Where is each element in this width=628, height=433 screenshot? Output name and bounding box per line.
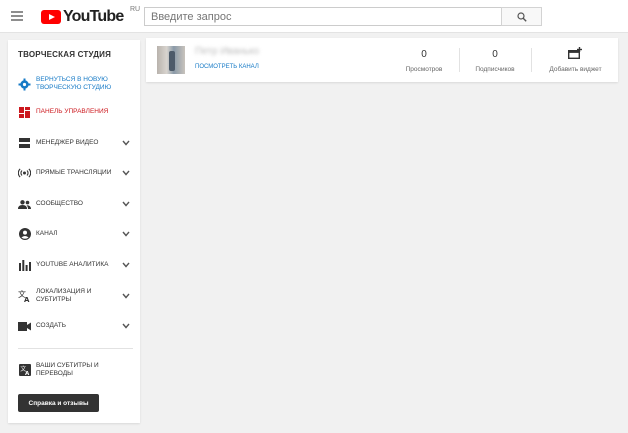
chevron-down-icon[interactable]	[122, 201, 130, 207]
gear-icon	[18, 78, 31, 91]
subscribers-label: Подписчиков	[475, 66, 515, 73]
sidebar-item-subtitles[interactable]: 文A ВАШИ СУБТИТРЫ И ПЕРЕВОДЫ	[8, 356, 140, 384]
channel-name: Петр Иванько	[195, 46, 260, 57]
sidebar-item-label: YOUTUBE АНАЛИТИКА	[36, 261, 109, 268]
chevron-down-icon[interactable]	[122, 170, 130, 176]
search-button[interactable]	[501, 7, 542, 26]
search-input[interactable]	[144, 7, 502, 26]
channel-avatar[interactable]	[157, 46, 185, 74]
add-widget-button[interactable]: Добавить виджет	[533, 38, 618, 82]
chevron-down-icon[interactable]	[122, 231, 130, 237]
sidebar-item-channel[interactable]: КАНАЛ	[8, 221, 140, 247]
add-widget-label: Добавить виджет	[549, 66, 602, 73]
sidebar-item-label: ВАШИ СУБТИТРЫ И ПЕРЕВОДЫ	[36, 362, 99, 377]
chevron-down-icon[interactable]	[122, 140, 130, 146]
community-icon	[18, 198, 31, 211]
studio-sidebar: ТВОРЧЕСКАЯ СТУДИЯ ВЕРНУТЬСЯ В НОВУЮ ТВОР…	[8, 40, 140, 423]
sidebar-item-label: ПРЯМЫЕ ТРАНСЛЯЦИИ	[36, 169, 112, 176]
youtube-logo[interactable]: YouTube RU	[41, 6, 140, 27]
add-widget-icon	[568, 47, 582, 59]
sidebar-item-dashboard[interactable]: ПАНЕЛЬ УПРАВЛЕНИЯ	[8, 99, 140, 125]
dashboard-icon	[18, 106, 31, 119]
sidebar-item-label: ПАНЕЛЬ УПРАВЛЕНИЯ	[36, 108, 109, 115]
chevron-down-icon[interactable]	[122, 323, 130, 329]
logo-region: RU	[130, 6, 141, 13]
sidebar-item-label: СОЗДАТЬ	[36, 322, 66, 329]
sidebar-item-label: ЛОКАЛИЗАЦИЯ И СУБТИТРЫ	[36, 288, 92, 303]
stat-divider	[531, 48, 532, 72]
menu-icon[interactable]	[11, 11, 23, 21]
sidebar-item-live[interactable]: ПРЯМЫЕ ТРАНСЛЯЦИИ	[8, 160, 140, 186]
studio-title: ТВОРЧЕСКАЯ СТУДИЯ	[18, 50, 112, 59]
live-icon	[18, 167, 31, 180]
sidebar-divider	[18, 348, 133, 349]
sidebar-item-analytics[interactable]: YOUTUBE АНАЛИТИКА	[8, 252, 140, 278]
sidebar-item-localization[interactable]: 文A ЛОКАЛИЗАЦИЯ И СУБТИТРЫ	[8, 282, 140, 310]
sidebar-item-create[interactable]: СОЗДАТЬ	[8, 313, 140, 339]
search-icon	[516, 11, 527, 22]
translate-icon: 文A	[18, 290, 31, 303]
subscribers-count: 0	[492, 49, 498, 60]
sidebar-item-video-manager[interactable]: МЕНЕДЖЕР ВИДЕО	[8, 130, 140, 156]
channel-icon	[18, 228, 31, 241]
svg-text:A: A	[24, 296, 30, 302]
subtitles-icon: 文A	[18, 364, 31, 377]
sidebar-item-label: СООБЩЕСТВО	[36, 200, 83, 207]
help-feedback-button[interactable]: Справка и отзывы	[18, 394, 99, 412]
analytics-icon	[18, 259, 31, 272]
logo-text: YouTube	[63, 8, 124, 25]
video-manager-icon	[18, 137, 31, 150]
views-stat: 0 Просмотров	[384, 38, 464, 82]
top-header: YouTube RU	[0, 0, 628, 33]
views-label: Просмотров	[405, 66, 443, 73]
sidebar-item-label: ВЕРНУТЬСЯ В НОВУЮ ТВОРЧЕСКУЮ СТУДИЮ	[36, 76, 112, 91]
chevron-down-icon[interactable]	[122, 262, 130, 268]
chevron-down-icon[interactable]	[122, 293, 130, 299]
create-video-icon	[18, 320, 31, 333]
subscribers-stat: 0 Подписчиков	[456, 38, 534, 82]
svg-text:A: A	[25, 371, 30, 376]
sidebar-item-community[interactable]: СООБЩЕСТВО	[8, 191, 140, 217]
views-count: 0	[421, 49, 427, 60]
sidebar-item-label: КАНАЛ	[36, 230, 58, 237]
sidebar-item-label: МЕНЕДЖЕР ВИДЕО	[36, 139, 99, 146]
view-channel-link[interactable]: ПОСМОТРЕТЬ КАНАЛ	[195, 64, 259, 70]
sidebar-item-new-studio[interactable]: ВЕРНУТЬСЯ В НОВУЮ ТВОРЧЕСКУЮ СТУДИЮ	[8, 70, 140, 98]
play-logo-icon	[41, 10, 61, 24]
channel-card: Петр Иванько ПОСМОТРЕТЬ КАНАЛ 0 Просмотр…	[146, 38, 618, 82]
